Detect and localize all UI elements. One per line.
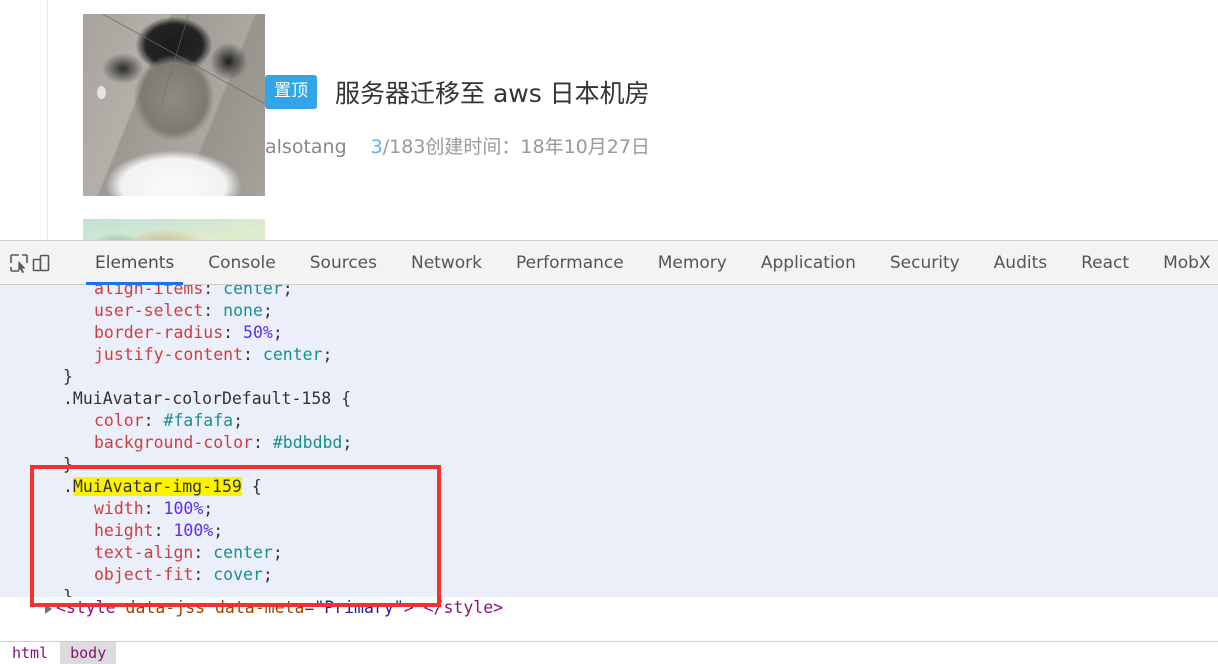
devtools-panel: Elements Console Sources Network Perform… bbox=[0, 240, 1218, 664]
css-line[interactable]: text-align: center; bbox=[0, 542, 1218, 564]
inspected-web-page: 置顶 服务器迁移至 aws 日本机房 alsotang 3 /183创建时间：1… bbox=[0, 0, 1218, 240]
inspect-element-icon[interactable] bbox=[8, 248, 30, 278]
tab-audits[interactable]: Audits bbox=[977, 241, 1064, 285]
css-line[interactable]: } bbox=[0, 454, 1218, 476]
breadcrumb-item-body[interactable]: body bbox=[60, 642, 117, 664]
avatar-next-row[interactable] bbox=[83, 219, 265, 240]
topic-reply-count: 3 bbox=[370, 136, 383, 158]
avatar-image-detail bbox=[97, 86, 106, 99]
css-line[interactable]: color: #fafafa; bbox=[0, 410, 1218, 432]
css-line[interactable]: align-items: center; bbox=[0, 285, 1218, 300]
tab-mobx[interactable]: MobX bbox=[1146, 241, 1218, 285]
pinned-badge: 置顶 bbox=[265, 75, 317, 109]
css-line[interactable]: .MuiAvatar-img-159 { bbox=[0, 476, 1218, 498]
css-line[interactable]: } bbox=[0, 366, 1218, 388]
topic-title-link[interactable]: 服务器迁移至 aws 日本机房 bbox=[335, 74, 650, 110]
topic-list-item[interactable]: 置顶 服务器迁移至 aws 日本机房 alsotang 3 /183创建时间：1… bbox=[83, 14, 1083, 240]
avatar-image-detail bbox=[135, 229, 205, 240]
tab-react[interactable]: React bbox=[1064, 241, 1146, 285]
css-source-code: align-items: center; user-select: none; bo… bbox=[0, 285, 1218, 619]
avatar-image-detail bbox=[91, 233, 145, 240]
topic-meta-row: alsotang 3 /183创建时间：18年10月27日 bbox=[265, 132, 650, 159]
css-line[interactable]: .MuiAvatar-colorDefault-158 { bbox=[0, 388, 1218, 410]
topic-title-row: 置顶 服务器迁移至 aws 日本机房 bbox=[265, 74, 650, 110]
tab-security[interactable]: Security bbox=[873, 241, 977, 285]
tab-elements[interactable]: Elements bbox=[78, 241, 191, 285]
breadcrumb-item-html[interactable]: html bbox=[2, 642, 58, 664]
devtools-tab-bar: Elements Console Sources Network Perform… bbox=[78, 241, 1218, 285]
device-toolbar-icon[interactable] bbox=[30, 248, 52, 278]
topic-meta-text: /183创建时间：18年10月27日 bbox=[382, 136, 650, 158]
css-line[interactable]: width: 100%; bbox=[0, 498, 1218, 520]
styles-source-view[interactable]: align-items: center; user-select: none; bo… bbox=[0, 285, 1218, 619]
css-line[interactable]: height: 100%; bbox=[0, 520, 1218, 542]
tab-console[interactable]: Console bbox=[191, 241, 293, 285]
tab-memory[interactable]: Memory bbox=[641, 241, 744, 285]
expand-triangle-icon[interactable] bbox=[45, 603, 52, 614]
devtools-toolbar: Elements Console Sources Network Perform… bbox=[0, 241, 1218, 285]
topic-author[interactable]: alsotang bbox=[265, 136, 347, 158]
tab-network[interactable]: Network bbox=[394, 241, 499, 285]
css-line[interactable]: object-fit: cover; bbox=[0, 564, 1218, 586]
tab-application[interactable]: Application bbox=[744, 241, 873, 285]
avatar-image-detail bbox=[89, 142, 265, 196]
css-line[interactable]: user-select: none; bbox=[0, 300, 1218, 322]
tab-performance[interactable]: Performance bbox=[499, 241, 641, 285]
avatar[interactable] bbox=[83, 14, 265, 196]
css-line[interactable]: background-color: #bdbdbd; bbox=[0, 432, 1218, 454]
styles-pane-filler bbox=[0, 619, 1218, 641]
dom-node-row-style-primary[interactable]: <style data-jss data-meta="Primary"> </s… bbox=[0, 597, 1218, 619]
tab-sources[interactable]: Sources bbox=[293, 241, 394, 285]
css-line[interactable]: justify-content: center; bbox=[0, 344, 1218, 366]
css-line[interactable]: border-radius: 50%; bbox=[0, 322, 1218, 344]
page-left-divider bbox=[47, 0, 48, 240]
breadcrumb: html body bbox=[0, 641, 1218, 664]
